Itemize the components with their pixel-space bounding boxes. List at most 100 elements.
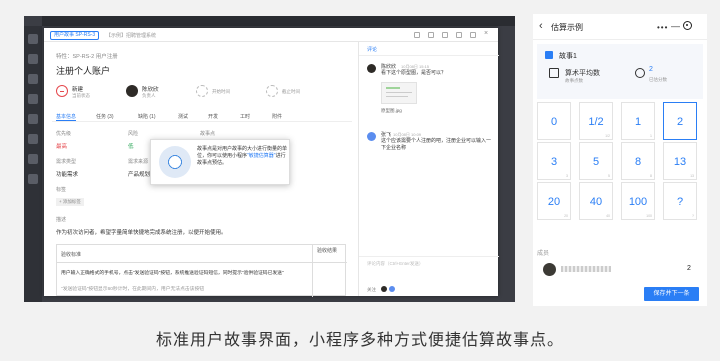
story-detail-modal: 用户故事 SP-RS-3 【示例】招聘管理系统 × 特性：SP-RS-2 用户注…: [44, 28, 499, 297]
due-date-label[interactable]: 截止时间: [282, 89, 300, 95]
description-label: 描述: [56, 217, 67, 223]
tab-tasks[interactable]: 任务 (3): [96, 113, 114, 120]
estimate-card[interactable]: ??: [663, 182, 697, 220]
start-date-icon[interactable]: [196, 85, 208, 97]
average-icon: [549, 68, 559, 78]
estimate-card[interactable]: 33: [537, 142, 571, 180]
estimate-card-corner: 100: [646, 214, 652, 218]
add-tag-button[interactable]: + 添加标签: [56, 198, 84, 206]
attachment-name[interactable]: 原型图.jpg: [381, 108, 402, 114]
commenter-avatar: [367, 132, 376, 141]
tab-tests[interactable]: 测试: [178, 113, 188, 120]
follower-avatar[interactable]: [389, 286, 395, 292]
comment-input[interactable]: 评论内容（Ctrl+Enter发送）: [367, 261, 423, 267]
nav-settings-icon[interactable]: [28, 174, 38, 184]
close-capsule-icon[interactable]: [683, 21, 692, 30]
members-label: 成员: [537, 251, 550, 257]
miniprogram-header: ‹ 估算示例 ••• —: [533, 14, 707, 40]
status-icon[interactable]: [56, 85, 68, 97]
estimator-link[interactable]: "敏捷估算器": [247, 153, 276, 159]
estimate-card-corner: 8: [650, 174, 652, 178]
nav-projects-icon[interactable]: [28, 74, 38, 84]
assignee-avatar[interactable]: [126, 85, 138, 97]
comments-tab[interactable]: 评论: [367, 46, 377, 53]
estimate-card[interactable]: 13 13: [663, 142, 697, 180]
expand-icon[interactable]: [470, 32, 476, 38]
nav-home-icon[interactable]: [28, 34, 38, 44]
priority-label: 优先级: [56, 131, 72, 137]
story-id-tag[interactable]: 用户故事 SP-RS-3: [50, 31, 100, 40]
nav-add-icon[interactable]: [28, 54, 38, 64]
req-source-value[interactable]: 产品规划: [128, 170, 150, 178]
nav-tasks-icon[interactable]: [28, 94, 38, 104]
feature-link[interactable]: 特性：SP-RS-2 用户注册: [56, 52, 118, 60]
estimate-card[interactable]: 40 40: [579, 182, 613, 220]
story-points-popover: 故事点是对用户故事的大小进行衡量的单位，你可以使用小程序"敏捷估算器"进行故事点…: [150, 139, 290, 185]
project-breadcrumb[interactable]: 【示例】招聘管理系统: [106, 32, 156, 39]
minimize-icon[interactable]: —: [671, 21, 680, 31]
attachment-thumbnail[interactable]: [381, 82, 417, 104]
edit-icon[interactable]: [442, 32, 448, 38]
comment-input-area: 评论内容（Ctrl+Enter发送） 关注: [359, 256, 499, 296]
member-score: 2: [687, 265, 691, 272]
average-label: 算术平均数: [565, 70, 600, 77]
table-row[interactable]: "发送验证码"按钮显示60秒计时，在此期间内，用户无法点击该按钮: [61, 285, 309, 292]
save-next-button[interactable]: 保存并下一条: [644, 287, 699, 301]
nav-members-icon[interactable]: [28, 154, 38, 164]
back-icon[interactable]: ‹: [539, 20, 543, 32]
estimate-card-value: 20: [547, 196, 561, 208]
tab-dev[interactable]: 开发: [208, 113, 218, 120]
popover-text: 故事点是对用户故事的大小进行衡量的单位，你可以使用小程序"敏捷估算器"进行故事点…: [197, 146, 287, 167]
link-icon[interactable]: [414, 32, 420, 38]
estimate-card[interactable]: 11: [621, 102, 655, 140]
req-type-value[interactable]: 功能需求: [56, 170, 78, 178]
tab-bugs[interactable]: 缺陷 (1): [138, 113, 156, 120]
story-points-label[interactable]: 故事点: [200, 130, 215, 137]
tab-basic-info[interactable]: 基本信息: [56, 113, 77, 121]
estimate-card[interactable]: 100 100: [621, 182, 655, 220]
comments-tab-bar: 评论: [359, 42, 499, 56]
estimate-card[interactable]: 55: [579, 142, 613, 180]
nav-docs-icon[interactable]: [28, 114, 38, 124]
status-value[interactable]: 新建: [72, 85, 83, 93]
estimate-card[interactable]: 0: [537, 102, 571, 140]
story-name: 故事1: [559, 53, 577, 60]
estimate-card-value: 100: [628, 196, 648, 208]
nav-reports-icon[interactable]: [28, 134, 38, 144]
assignee-value[interactable]: 陈欣欣: [142, 85, 159, 93]
estimate-card-corner: 20: [564, 214, 568, 218]
estimate-card[interactable]: 88: [621, 142, 655, 180]
estimate-card-corner: 40: [606, 214, 610, 218]
estimate-card-value: ?: [676, 196, 684, 208]
copy-icon[interactable]: [428, 32, 434, 38]
estimate-card[interactable]: 20 20: [537, 182, 571, 220]
status-label: 当前状态: [72, 93, 90, 98]
table-row[interactable]: 用户输入正确格式的手机号，点击"发送验证码"按钮，系统推送验证码短信，同时提示"…: [61, 269, 309, 276]
more-icon[interactable]: [456, 32, 462, 38]
more-menu-icon[interactable]: •••: [657, 23, 668, 32]
assignee-label: 负责人: [142, 93, 156, 98]
tab-worklog[interactable]: 工时: [240, 113, 250, 120]
follower-avatar[interactable]: [381, 286, 387, 292]
estimate-card-value: 8: [634, 156, 642, 168]
member-name-redacted: [561, 266, 611, 272]
comment-author: 陈欣欣: [381, 64, 397, 70]
page-title[interactable]: 注册个人账户: [56, 64, 110, 77]
estimate-card-value: 2: [676, 116, 684, 128]
start-date-label[interactable]: 开始时间: [212, 89, 230, 95]
close-icon[interactable]: ×: [484, 30, 490, 37]
estimate-card-value: 13: [673, 156, 687, 168]
member-avatar: [543, 263, 556, 276]
due-date-icon[interactable]: [266, 85, 278, 97]
tab-attachments[interactable]: 附件: [272, 113, 282, 120]
risk-value[interactable]: 低: [128, 142, 134, 150]
modal-header: 用户故事 SP-RS-3 【示例】招聘管理系统 ×: [44, 28, 498, 42]
estimate-card-value: 3: [550, 156, 558, 168]
table-header: 验收标准 验收结果: [57, 245, 347, 263]
description-text[interactable]: 作为初次访问者，希望字量简单快捷地完成系统注册，以便开始使用。: [56, 228, 227, 236]
estimate-card[interactable]: 2: [663, 102, 697, 140]
estimate-card[interactable]: 1/2 1/2: [579, 102, 613, 140]
estimate-card-value: 0: [550, 116, 558, 128]
miniprogram-screen: ‹ 估算示例 ••• — 故事1 算术平均数 故事点数 2 已估分数 0 1/2 1…: [533, 14, 707, 306]
priority-value[interactable]: 最高: [56, 142, 67, 150]
